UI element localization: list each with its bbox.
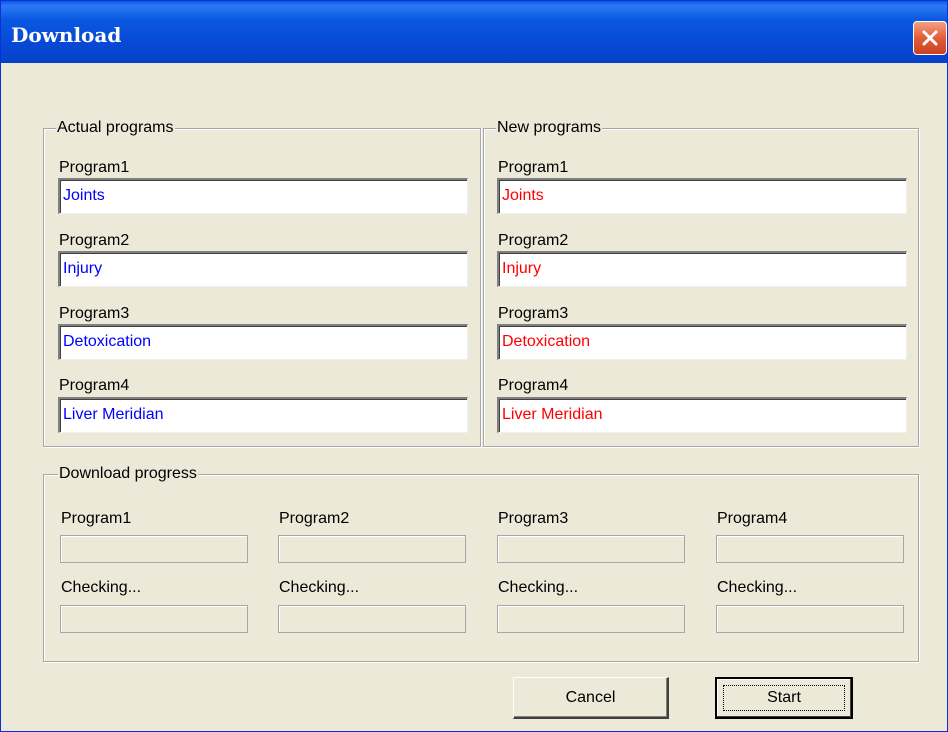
checking-bar-program1 (60, 605, 248, 633)
checking-bar-program2 (278, 605, 466, 633)
new-program1-field[interactable]: Joints (497, 178, 907, 214)
checking-program3-label: Checking... (498, 579, 579, 596)
checking-bar-program3 (497, 605, 685, 633)
download-dialog: Download Actual programs Program1 Joints… (0, 0, 948, 732)
progress-program2-label: Program2 (279, 510, 350, 527)
window-title: Download (11, 23, 122, 47)
progress-bar-program2 (278, 535, 466, 563)
cancel-button[interactable]: Cancel (513, 677, 669, 719)
cancel-button-label: Cancel (565, 688, 616, 706)
progress-program3-label: Program3 (498, 510, 569, 527)
actual-program2-field[interactable]: Injury (58, 251, 468, 287)
actual-programs-label: Actual programs (56, 119, 175, 137)
title-bar-strip (1, 1, 947, 63)
title-bar-gap (1, 63, 947, 81)
new-program4-field[interactable]: Liver Meridian (497, 397, 907, 433)
new-program4-label: Program4 (498, 377, 569, 394)
checking-program1-label: Checking... (61, 579, 142, 596)
close-button[interactable] (913, 21, 947, 55)
close-icon (922, 30, 938, 46)
checking-program2-label: Checking... (279, 579, 360, 596)
actual-program2-label: Program2 (59, 232, 130, 249)
start-button[interactable]: Start (715, 677, 853, 719)
actual-program3-label: Program3 (59, 305, 130, 322)
download-progress-group: Download progress (43, 465, 919, 662)
new-program2-field[interactable]: Injury (497, 251, 907, 287)
actual-program1-field[interactable]: Joints (58, 178, 468, 214)
progress-program4-label: Program4 (717, 510, 788, 527)
start-button-label: Start (767, 689, 801, 706)
checking-bar-program4 (716, 605, 904, 633)
progress-program1-label: Program1 (61, 510, 132, 527)
title-bar[interactable]: Download (1, 1, 947, 81)
download-progress-label: Download progress (58, 465, 198, 483)
new-program3-field[interactable]: Detoxication (497, 324, 907, 360)
progress-bar-program3 (497, 535, 685, 563)
actual-program4-field[interactable]: Liver Meridian (58, 397, 468, 433)
actual-program4-label: Program4 (59, 377, 130, 394)
progress-bar-program4 (716, 535, 904, 563)
actual-program1-label: Program1 (59, 159, 130, 176)
checking-program4-label: Checking... (717, 579, 798, 596)
new-program3-label: Program3 (498, 305, 569, 322)
new-program1-label: Program1 (498, 159, 569, 176)
progress-bar-program1 (60, 535, 248, 563)
new-programs-label: New programs (496, 119, 603, 137)
actual-program3-field[interactable]: Detoxication (58, 324, 468, 360)
new-program2-label: Program2 (498, 232, 569, 249)
